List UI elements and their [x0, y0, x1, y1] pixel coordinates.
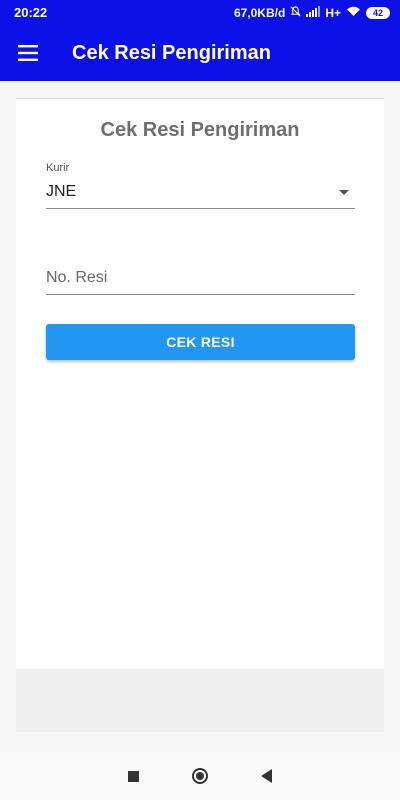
recents-button[interactable]	[118, 761, 148, 791]
circle-icon	[191, 768, 208, 784]
status-bar: 20:22 67,0KB/d H+ 42	[0, 0, 400, 25]
back-button[interactable]	[252, 761, 282, 791]
app-bar: Cek Resi Pengiriman	[0, 25, 400, 81]
cek-resi-button[interactable]: CEK RESI	[46, 324, 355, 360]
resi-field	[46, 259, 355, 295]
network-type: H+	[325, 5, 341, 20]
courier-value: JNE	[46, 183, 77, 200]
courier-select[interactable]: JNE	[46, 177, 355, 209]
network-speed: 67,0KB/d	[233, 5, 286, 20]
signal-icon	[306, 5, 321, 20]
wifi-icon	[346, 6, 361, 20]
resi-input[interactable]	[46, 265, 355, 291]
square-icon	[127, 770, 139, 782]
card-footer	[16, 669, 384, 732]
form-card: Cek Resi Pengiriman Kurir JNE CEK RESI	[16, 98, 384, 732]
hamburger-menu-icon[interactable]	[0, 25, 56, 81]
status-time: 20:22	[14, 5, 48, 20]
form-title: Cek Resi Pengiriman	[100, 119, 300, 141]
system-nav-bar	[0, 752, 400, 800]
courier-label: Kurir	[46, 162, 70, 174]
bell-off-icon	[290, 5, 301, 20]
home-button[interactable]	[185, 761, 215, 791]
app-title: Cek Resi Pengiriman	[72, 41, 271, 64]
status-indicators: 67,0KB/d H+ 42	[233, 5, 390, 20]
chevron-down-icon	[339, 190, 349, 195]
battery-indicator: 42	[366, 6, 390, 19]
triangle-back-icon	[261, 769, 273, 783]
